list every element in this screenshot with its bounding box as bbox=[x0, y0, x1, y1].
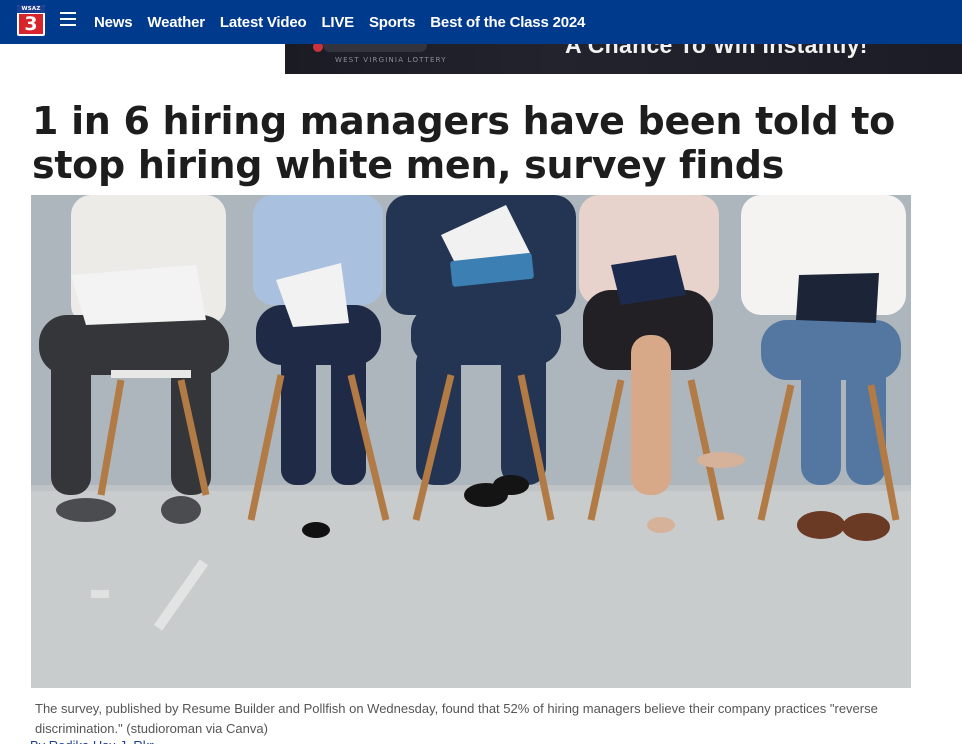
nav-link-best-of-class[interactable]: Best of the Class 2024 bbox=[430, 14, 585, 31]
lottery-logo-icon bbox=[313, 44, 323, 52]
byline[interactable]: By Rodika Hsu J. Rkr bbox=[30, 738, 230, 744]
ad-headline: A Chance To Win Instantly! bbox=[565, 44, 868, 58]
nav-link-weather[interactable]: Weather bbox=[147, 14, 205, 31]
article-headline: 1 in 6 hiring managers have been told to… bbox=[32, 99, 895, 187]
nav-link-latest-video[interactable]: Latest Video bbox=[220, 14, 307, 31]
nav-link-sports[interactable]: Sports bbox=[369, 14, 416, 31]
nav-link-live[interactable]: LIVE bbox=[321, 14, 354, 31]
ad-sponsor-text: WEST VIRGINIA LOTTERY bbox=[335, 56, 447, 64]
logo-station-name: WSAZ bbox=[17, 5, 45, 13]
logo-channel-number: 3 bbox=[19, 14, 43, 34]
hamburger-menu-icon[interactable] bbox=[60, 12, 76, 28]
lottery-logo-shape bbox=[323, 44, 427, 52]
photo-caption: The survey, published by Resume Builder … bbox=[35, 701, 878, 736]
top-navigation-bar: WSAZ 3 News Weather Latest Video LIVE Sp… bbox=[0, 0, 962, 44]
station-logo[interactable]: WSAZ 3 bbox=[17, 5, 45, 36]
nav-links: News Weather Latest Video LIVE Sports Be… bbox=[94, 0, 600, 44]
nav-link-news[interactable]: News bbox=[94, 14, 133, 31]
article-photo bbox=[31, 195, 911, 688]
advertisement-banner[interactable]: WEST VIRGINIA LOTTERY A Chance To Win In… bbox=[285, 44, 962, 74]
